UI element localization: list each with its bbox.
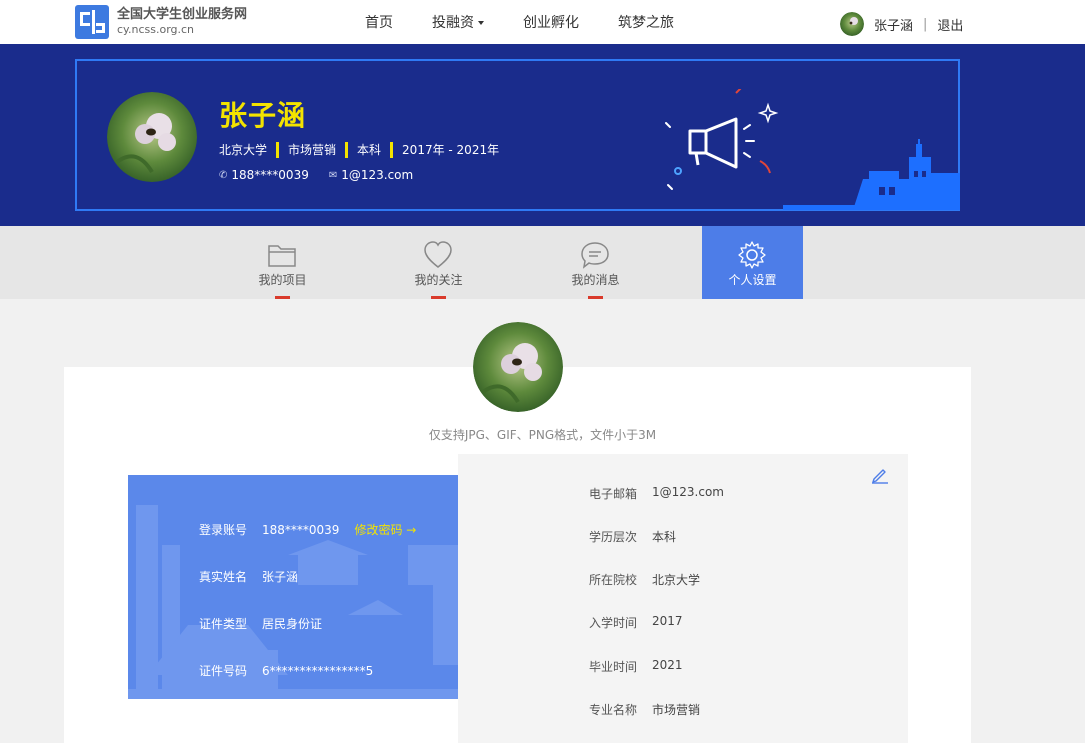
profile-phone: 188****0039 — [231, 168, 309, 182]
avatar[interactable] — [840, 12, 864, 36]
tab-my-projects[interactable]: 我的项目 — [232, 226, 333, 299]
user-name[interactable]: 张子涵 — [874, 15, 913, 34]
logout-link[interactable]: 退出 — [937, 15, 963, 34]
id-type-value: 居民身份证 — [262, 617, 323, 631]
profile-banner: 张子涵 北京大学 市场营销 本科 2017年 - 2021年 ✆ 188****… — [0, 44, 1085, 226]
tab-indicator — [431, 296, 446, 299]
info-label: 毕业时间 — [589, 660, 638, 674]
tab-my-follows-label: 我的关注 — [414, 273, 463, 287]
nav-incubation[interactable]: 创业孵化 — [523, 12, 579, 32]
tab-indicator — [588, 296, 603, 299]
user-separator: | — [923, 16, 928, 32]
tab-my-projects-label: 我的项目 — [258, 273, 307, 287]
info-row-major: 专业名称 市场营销 — [589, 701, 700, 718]
tab-my-messages[interactable]: 我的消息 — [545, 226, 646, 299]
info-row-degree: 学历层次 本科 — [589, 528, 676, 545]
logo-icon — [75, 5, 109, 39]
edit-icon[interactable] — [871, 466, 889, 484]
info-label: 所在院校 — [589, 573, 638, 587]
info-label: 入学时间 — [589, 616, 638, 630]
chevron-down-icon — [478, 21, 484, 25]
info-value: 2017 — [652, 614, 683, 628]
tab-my-messages-label: 我的消息 — [571, 273, 620, 287]
info-label: 电子邮箱 — [589, 487, 638, 501]
profile-years: 2017年 - 2021年 — [402, 143, 500, 157]
info-row-enroll: 入学时间 2017 — [589, 614, 683, 631]
tab-indicator — [275, 296, 290, 299]
account-panel: 登录账号 188****0039 修改密码 → 真实姓名 张子涵 证件类型 居民… — [128, 475, 465, 699]
heart-icon — [424, 241, 452, 268]
gear-icon — [738, 241, 766, 269]
info-value: 北京大学 — [652, 573, 701, 587]
top-navbar: 全国大学生创业服务网 cy.ncss.org.cn 首页 投融资 创业孵化 筑梦… — [0, 0, 1085, 44]
login-account-label: 登录账号 — [199, 523, 248, 537]
message-icon — [581, 242, 609, 269]
real-name-label: 真实姓名 — [199, 570, 248, 584]
profile-contact: ✆ 188****0039 ✉ 1@123.com — [219, 168, 413, 182]
skyline-illustration — [783, 139, 960, 210]
tab-personal-settings-label: 个人设置 — [728, 273, 777, 287]
user-menu: 张子涵 | 退出 — [840, 12, 963, 36]
avatar-hint: 仅支持JPG、GIF、PNG格式，文件小于3M — [428, 428, 657, 442]
profile-degree: 本科 — [357, 143, 382, 157]
megaphone-icon — [665, 89, 779, 190]
tab-personal-settings[interactable]: 个人设置 — [702, 226, 803, 299]
site-logo[interactable]: 全国大学生创业服务网 cy.ncss.org.cn — [75, 5, 247, 39]
profile-tabs: 我的项目 我的关注 我的消息 个人设置 — [0, 226, 1085, 299]
info-label: 专业名称 — [589, 703, 638, 717]
info-row-email: 电子邮箱 1@123.com — [589, 485, 724, 502]
avatar-upload[interactable] — [473, 322, 563, 412]
id-number-value: 6****************5 — [262, 663, 374, 678]
login-account-value: 188****0039 — [262, 522, 340, 537]
main-nav: 首页 投融资 创业孵化 筑梦之旅 — [365, 0, 713, 44]
folder-icon — [268, 245, 296, 267]
nav-investment[interactable]: 投融资 — [432, 12, 484, 32]
info-value: 2021 — [652, 658, 683, 672]
tab-my-follows[interactable]: 我的关注 — [388, 226, 489, 299]
info-row-graduate: 毕业时间 2021 — [589, 658, 683, 675]
id-number-label: 证件号码 — [199, 664, 248, 678]
profile-name: 张子涵 — [219, 99, 307, 132]
profile-tags: 北京大学 市场营销 本科 2017年 - 2021年 — [219, 141, 499, 158]
info-row-school: 所在院校 北京大学 — [589, 571, 700, 588]
nav-home[interactable]: 首页 — [365, 12, 393, 32]
id-type-label: 证件类型 — [199, 617, 248, 631]
info-label: 学历层次 — [589, 530, 638, 544]
info-value: 本科 — [652, 530, 677, 544]
phone-icon: ✆ — [219, 169, 228, 181]
profile-avatar — [107, 92, 197, 182]
login-account-row: 登录账号 188****0039 修改密码 → — [199, 521, 416, 538]
id-type-row: 证件类型 居民身份证 — [199, 615, 322, 632]
site-url: cy.ncss.org.cn — [117, 23, 195, 36]
profile-major: 市场营销 — [288, 143, 337, 157]
info-value: 1@123.com — [652, 485, 724, 499]
nav-investment-label: 投融资 — [432, 15, 474, 31]
info-panel: 电子邮箱 1@123.com 学历层次 本科 所在院校 北京大学 入学时间 20… — [458, 454, 908, 743]
info-value: 市场营销 — [652, 703, 701, 717]
profile-email: 1@123.com — [341, 168, 414, 182]
change-password-link[interactable]: 修改密码 → — [354, 521, 416, 538]
real-name-value: 张子涵 — [262, 570, 299, 584]
site-title: 全国大学生创业服务网 — [117, 7, 248, 22]
id-number-row: 证件号码 6****************5 — [199, 662, 373, 679]
real-name-row: 真实姓名 张子涵 — [199, 568, 298, 585]
mail-icon: ✉ — [328, 169, 338, 181]
profile-school: 北京大学 — [219, 143, 268, 157]
nav-dream-journey[interactable]: 筑梦之旅 — [618, 12, 674, 32]
